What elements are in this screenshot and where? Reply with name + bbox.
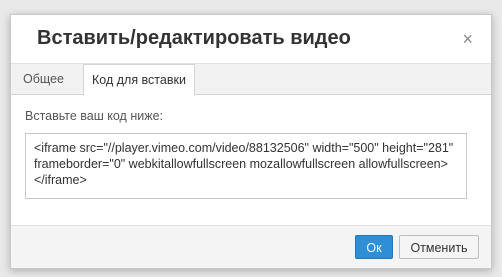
dialog-title: Вставить/редактировать видео [37, 27, 351, 49]
ok-button[interactable]: Ок [355, 235, 393, 259]
tab-bar: Общее Код для вставки [11, 64, 491, 96]
tab-embed-code[interactable]: Код для вставки [83, 64, 195, 96]
close-icon[interactable]: × [462, 29, 473, 50]
cancel-button[interactable]: Отменить [399, 235, 479, 259]
dialog-titlebar: Вставить/редактировать видео × [11, 15, 491, 64]
insert-video-dialog: Вставить/редактировать видео × Общее Код… [10, 14, 492, 269]
embed-code-textarea[interactable]: <iframe src="//player.vimeo.com/video/88… [25, 133, 467, 199]
tab-general[interactable]: Общее [15, 64, 72, 94]
instruction-label: Вставьте ваш код ниже: [25, 109, 163, 123]
dialog-footer: Ок Отменить [11, 225, 491, 268]
